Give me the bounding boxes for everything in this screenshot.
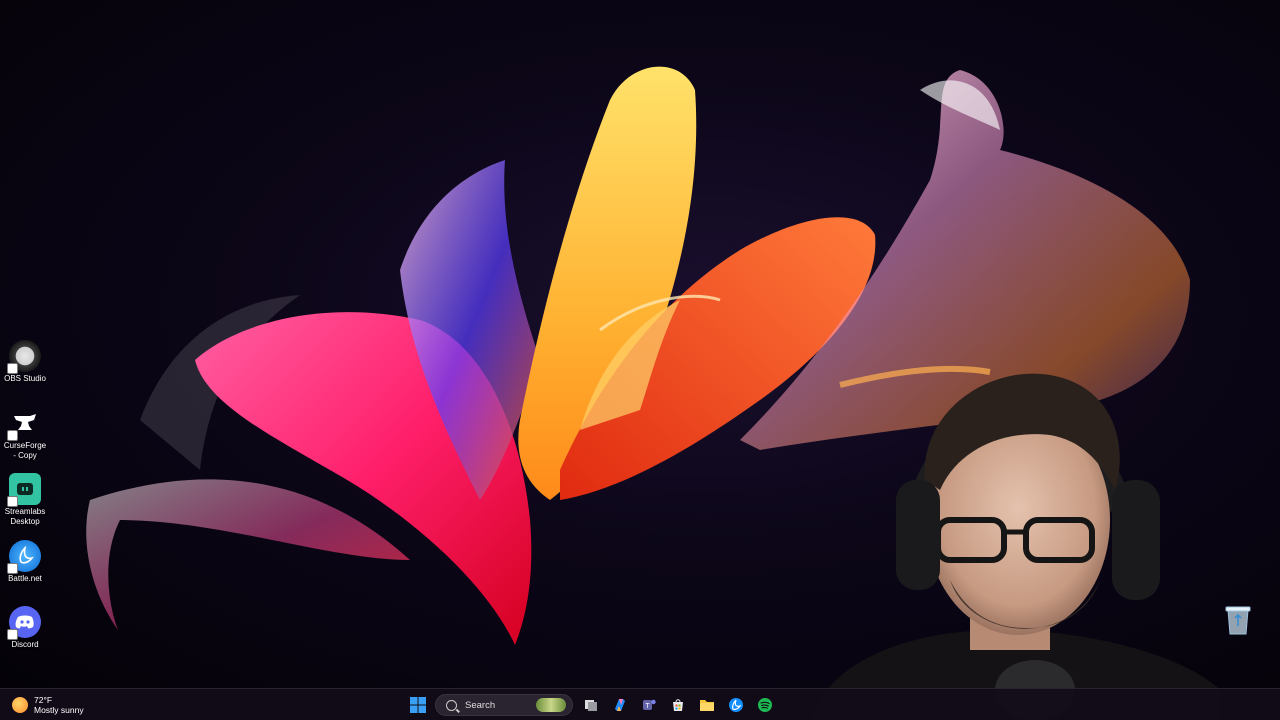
search-highlight-icon (536, 698, 566, 712)
copilot-icon[interactable] (608, 694, 631, 717)
windows-start-icon[interactable] (406, 694, 429, 717)
desktop-icon-label: CurseForge - Copy (3, 441, 47, 460)
search-icon (446, 699, 457, 711)
battlenet-icon (7, 540, 41, 574)
recycle-bin-icon[interactable] (1224, 604, 1252, 636)
desktop-icon-obs-studio[interactable]: OBS Studio (2, 340, 48, 384)
desktop-icon-label: Discord (11, 640, 39, 649)
weather-widget[interactable]: 72°F Mostly sunny (12, 692, 84, 718)
teams-icon[interactable]: T (637, 694, 660, 717)
store-icon[interactable] (666, 694, 689, 717)
battlenet-taskbar-icon[interactable] (724, 694, 747, 717)
curseforge-icon (7, 407, 41, 441)
taskbar: 72°F Mostly sunny Search T (0, 688, 1280, 720)
weather-temperature: 72°F (34, 695, 53, 705)
streamlabs-icon (7, 473, 41, 507)
weather-condition: Mostly sunny (34, 705, 84, 715)
discord-icon (7, 606, 41, 640)
spotify-icon[interactable] (753, 694, 776, 717)
taskbar-center: Search T (406, 692, 776, 718)
file-explorer-icon[interactable] (695, 694, 718, 717)
desktop-icon-curseforge[interactable]: CurseForge - Copy (2, 407, 48, 461)
svg-text:T: T (645, 703, 650, 710)
search-placeholder: Search (465, 699, 496, 711)
webcam-overlay (800, 360, 1220, 720)
search-input[interactable]: Search (435, 694, 573, 716)
desktop-icon-label: Streamlabs Desktop (4, 507, 46, 526)
weather-sun-icon (12, 697, 28, 713)
obs-icon (7, 340, 41, 374)
desktop-icon-battlenet[interactable]: Battle.net (2, 540, 48, 584)
desktop-icon-label: Battle.net (8, 574, 42, 583)
desktop-icon-discord[interactable]: Discord (2, 606, 48, 650)
desktop-icon-streamlabs[interactable]: Streamlabs Desktop (2, 473, 48, 527)
task-view-icon[interactable] (579, 694, 602, 717)
desktop-icon-label: OBS Studio (4, 374, 46, 383)
